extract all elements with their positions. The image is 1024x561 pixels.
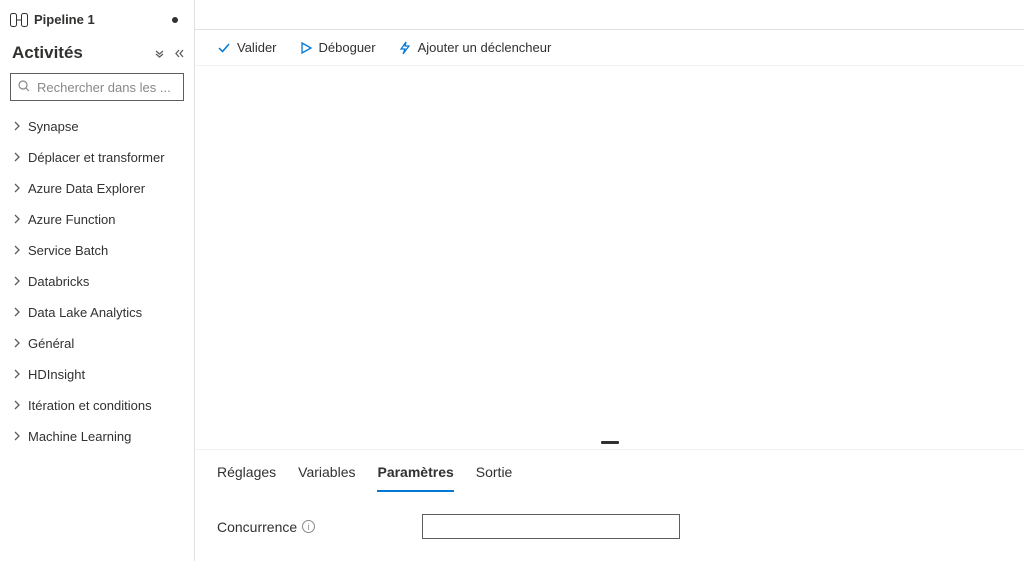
top-spacer <box>195 0 1024 30</box>
activity-group[interactable]: Synapse <box>10 111 184 142</box>
pipeline-tab-row: Pipeline 1 <box>10 8 184 37</box>
activity-group-label: Machine Learning <box>28 429 131 444</box>
activities-search[interactable] <box>10 73 184 101</box>
activity-group-label: HDInsight <box>28 367 85 382</box>
activity-group[interactable]: Déplacer et transformer <box>10 142 184 173</box>
activities-title: Activités <box>12 43 154 63</box>
chevron-right-icon <box>12 119 22 134</box>
chevron-right-icon <box>12 367 22 382</box>
pipeline-tab[interactable]: Pipeline 1 <box>10 12 105 27</box>
check-icon <box>217 41 231 55</box>
play-icon <box>299 41 313 55</box>
panel-resize-handle[interactable] <box>195 435 1024 449</box>
activity-group-label: Service Batch <box>28 243 108 258</box>
activity-group-label: Déplacer et transformer <box>28 150 165 165</box>
main: Valider Déboguer Ajouter un déclencheur … <box>195 0 1024 561</box>
validate-label: Valider <box>237 40 277 55</box>
chevron-right-icon <box>12 398 22 413</box>
activity-group[interactable]: HDInsight <box>10 359 184 390</box>
expand-all-icon[interactable] <box>154 48 165 59</box>
unsaved-dot-icon <box>172 17 178 23</box>
chevron-right-icon <box>12 429 22 444</box>
pipeline-icon <box>10 13 28 27</box>
chevron-right-icon <box>12 305 22 320</box>
add-trigger-button[interactable]: Ajouter un déclencheur <box>398 40 552 55</box>
debug-button[interactable]: Déboguer <box>299 40 376 55</box>
activity-group-label: Data Lake Analytics <box>28 305 142 320</box>
collapse-panel-icon[interactable] <box>173 48 184 59</box>
activities-list: Synapse Déplacer et transformer Azure Da… <box>10 111 184 452</box>
validate-button[interactable]: Valider <box>217 40 277 55</box>
concurrency-label-text: Concurrence <box>217 519 297 535</box>
tab-label: Réglages <box>217 464 276 480</box>
activity-group[interactable]: Général <box>10 328 184 359</box>
activity-group[interactable]: Itération et conditions <box>10 390 184 421</box>
drag-handle-icon <box>601 441 619 444</box>
activity-group[interactable]: Databricks <box>10 266 184 297</box>
activities-header: Activités <box>10 37 184 69</box>
tab-label: Paramètres <box>377 464 453 480</box>
chevron-right-icon <box>12 150 22 165</box>
toolbar: Valider Déboguer Ajouter un déclencheur <box>195 30 1024 65</box>
sidebar: Pipeline 1 Activités <box>0 0 195 561</box>
activity-group-label: Général <box>28 336 74 351</box>
chevron-right-icon <box>12 336 22 351</box>
activities-search-input[interactable] <box>37 80 177 95</box>
debug-label: Déboguer <box>319 40 376 55</box>
bottom-tabs: Réglages Variables Paramètres Sortie <box>195 449 1024 492</box>
activity-group-label: Itération et conditions <box>28 398 152 413</box>
tab-label: Variables <box>298 464 355 480</box>
activity-group-label: Databricks <box>28 274 89 289</box>
lightning-icon <box>398 41 412 55</box>
tab-variables[interactable]: Variables <box>298 458 355 492</box>
activity-group[interactable]: Data Lake Analytics <box>10 297 184 328</box>
tab-settings[interactable]: Réglages <box>217 458 276 492</box>
info-icon[interactable]: i <box>302 520 315 533</box>
activity-group[interactable]: Azure Data Explorer <box>10 173 184 204</box>
chevron-right-icon <box>12 274 22 289</box>
chevron-right-icon <box>12 212 22 227</box>
tab-label: Sortie <box>476 464 513 480</box>
activity-group[interactable]: Azure Function <box>10 204 184 235</box>
concurrency-label: Concurrence i <box>217 519 412 535</box>
activities-controls <box>154 48 184 59</box>
tab-parameters[interactable]: Paramètres <box>377 458 453 492</box>
tab-output[interactable]: Sortie <box>476 458 513 492</box>
search-icon <box>17 79 31 96</box>
chevron-right-icon <box>12 243 22 258</box>
activity-group[interactable]: Service Batch <box>10 235 184 266</box>
add-trigger-label: Ajouter un déclencheur <box>418 40 552 55</box>
activity-group-label: Azure Data Explorer <box>28 181 145 196</box>
parameters-form: Concurrence i <box>195 492 1024 561</box>
activity-group[interactable]: Machine Learning <box>10 421 184 452</box>
pipeline-canvas[interactable] <box>195 65 1024 435</box>
pipeline-tab-label: Pipeline 1 <box>34 12 95 27</box>
concurrency-input[interactable] <box>422 514 680 539</box>
activity-group-label: Azure Function <box>28 212 115 227</box>
activity-group-label: Synapse <box>28 119 79 134</box>
chevron-right-icon <box>12 181 22 196</box>
